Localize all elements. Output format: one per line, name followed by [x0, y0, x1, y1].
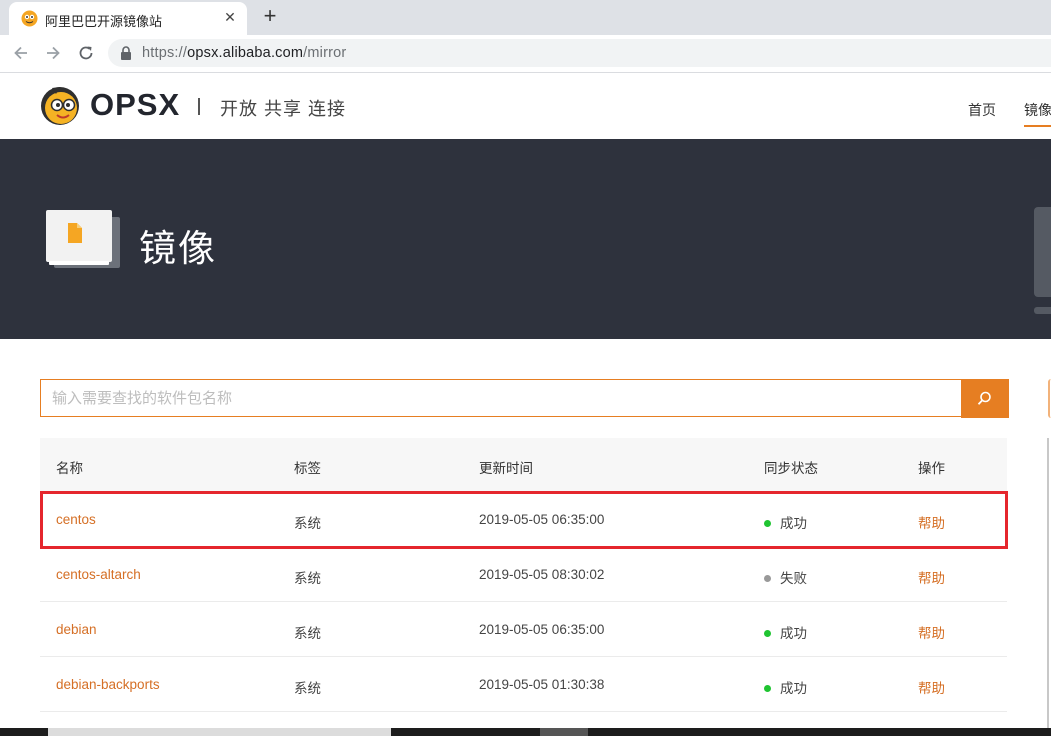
mirror-tag: 系统: [294, 681, 321, 696]
logo-text[interactable]: OPSX: [90, 87, 180, 123]
sync-status: 失败: [764, 567, 807, 587]
sync-status-text: 成功: [780, 516, 807, 531]
status-dot-icon: [764, 575, 771, 582]
sync-status: 成功: [764, 512, 807, 532]
sync-status-text: 失败: [780, 571, 807, 586]
banner-side-tab-small[interactable]: [1034, 307, 1051, 314]
browser-toolbar: https://opsx.alibaba.com/mirror: [0, 35, 1051, 73]
logo-divider: [198, 98, 200, 115]
help-link[interactable]: 帮助: [918, 512, 945, 532]
url-scheme: https://: [142, 45, 188, 61]
url-text: https://opsx.alibaba.com/mirror: [142, 45, 346, 61]
mirror-table: 名称 标签 更新时间 同步状态 操作 centos 系统 2019-05-05 …: [40, 438, 1007, 712]
table-row: centos-altarch 系统 2019-05-05 08:30:02 失败…: [40, 547, 1007, 602]
column-header-status: 同步状态: [764, 461, 818, 476]
help-link[interactable]: 帮助: [918, 677, 945, 697]
mirror-name-link[interactable]: debian: [56, 622, 97, 637]
help-link[interactable]: 帮助: [918, 567, 945, 587]
browser-tabstrip: 阿里巴巴开源镜像站 ✕ +: [0, 0, 1051, 35]
banner-title: 镜像: [139, 228, 217, 269]
status-dot-icon: [764, 520, 771, 527]
table-row: debian 系统 2019-05-05 06:35:00 成功 帮助: [40, 602, 1007, 657]
mirror-tag: 系统: [294, 516, 321, 531]
sync-status-text: 成功: [780, 681, 807, 696]
tab-title: 阿里巴巴开源镜像站: [45, 14, 163, 29]
tab-close-icon[interactable]: ✕: [222, 9, 238, 25]
browser-tab[interactable]: 阿里巴巴开源镜像站 ✕: [9, 2, 247, 35]
forward-arrow-icon[interactable]: [43, 43, 63, 63]
page-banner: 镜像: [0, 139, 1051, 339]
sync-status: 成功: [764, 677, 807, 697]
url-host: opsx.alibaba.com: [187, 45, 304, 61]
mirror-updated-time: 2019-05-05 06:35:00: [479, 622, 605, 637]
table-row: debian-backports 系统 2019-05-05 01:30:38 …: [40, 657, 1007, 712]
column-header-tag: 标签: [294, 461, 321, 476]
status-dot-icon: [764, 685, 771, 692]
column-header-name: 名称: [56, 461, 83, 476]
table-header: 名称 标签 更新时间 同步状态 操作: [40, 438, 1007, 492]
nav-active-indicator: [1024, 125, 1051, 127]
mirror-name-link[interactable]: debian-backports: [56, 677, 160, 692]
nav-mirror-link[interactable]: 镜像: [1024, 100, 1051, 120]
mirror-name-link[interactable]: centos-altarch: [56, 567, 141, 582]
status-dot-icon: [764, 630, 771, 637]
mirror-name-link[interactable]: centos: [56, 512, 96, 527]
table-row: centos 系统 2019-05-05 06:35:00 成功 帮助: [40, 492, 1007, 547]
new-tab-icon[interactable]: +: [259, 5, 281, 28]
sync-status: 成功: [764, 622, 807, 642]
package-search-input[interactable]: [40, 379, 961, 417]
column-header-action: 操作: [918, 461, 945, 476]
address-bar[interactable]: https://opsx.alibaba.com/mirror: [108, 39, 1051, 67]
column-header-updated: 更新时间: [479, 461, 533, 476]
alibaba-favicon-icon: [21, 10, 38, 27]
reload-icon[interactable]: [76, 43, 96, 63]
lock-icon: [121, 46, 131, 60]
mirror-updated-time: 2019-05-05 01:30:38: [479, 677, 605, 692]
mirror-tag: 系统: [294, 626, 321, 641]
site-header: OPSX 开放 共享 连接 首页 镜像: [0, 73, 1051, 139]
opsx-mascot-logo-icon[interactable]: [40, 85, 80, 125]
nav-home-link[interactable]: 首页: [968, 100, 996, 120]
url-path: /mirror: [303, 45, 347, 61]
mirror-tag: 系统: [294, 571, 321, 586]
help-link[interactable]: 帮助: [918, 622, 945, 642]
mirror-updated-time: 2019-05-05 06:35:00: [479, 512, 605, 527]
banner-side-tab[interactable]: [1034, 207, 1051, 297]
back-arrow-icon[interactable]: [11, 43, 31, 63]
search-icon: [977, 391, 991, 405]
search-button[interactable]: [961, 379, 1009, 418]
mirror-updated-time: 2019-05-05 08:30:02: [479, 567, 605, 582]
taskbar-segment: [540, 728, 588, 736]
taskbar-segment: [48, 728, 391, 736]
scrollbar-track[interactable]: [1047, 438, 1049, 728]
sync-status-text: 成功: [780, 626, 807, 641]
mirror-monitor-icon: [46, 210, 120, 268]
slogan: 开放 共享 连接: [220, 99, 347, 119]
